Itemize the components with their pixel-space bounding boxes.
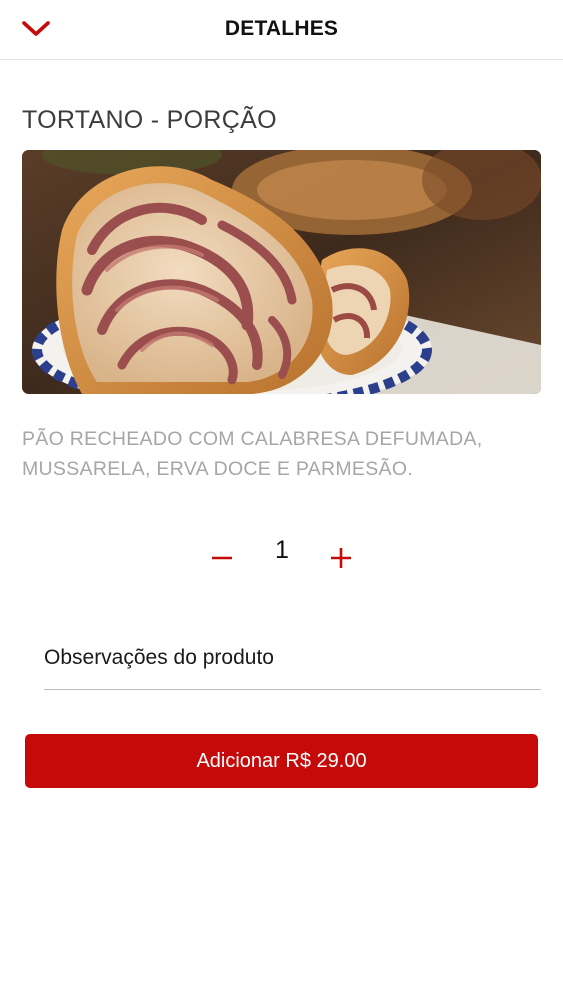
product-detail-screen: DETALHES TORTANO - PORÇÃO PÃO RECHEADO C… [0, 0, 563, 1000]
minus-icon [211, 547, 233, 574]
add-button-price: R$ 29.00 [285, 749, 367, 772]
add-button-label: Adicionar [196, 749, 280, 772]
add-to-cart-button[interactable]: Adicionar R$ 29.00 [25, 734, 538, 788]
quantity-value: 1 [275, 536, 289, 564]
product-image [22, 150, 541, 394]
plus-icon [330, 547, 352, 574]
product-notes-placeholder: Observações do produto [44, 646, 274, 669]
decrease-quantity-button[interactable] [202, 540, 242, 580]
quantity-stepper: 1 [0, 530, 563, 590]
page-title: DETALHES [224, 17, 339, 40]
product-title: TORTANO - PORÇÃO [22, 106, 277, 134]
product-description: PÃO RECHEADO COM CALABRESA DEFUMADA, MUS… [22, 428, 483, 480]
header-bar: DETALHES [0, 0, 563, 60]
product-notes-field[interactable]: Observações do produto [44, 638, 541, 690]
increase-quantity-button[interactable] [321, 540, 361, 580]
